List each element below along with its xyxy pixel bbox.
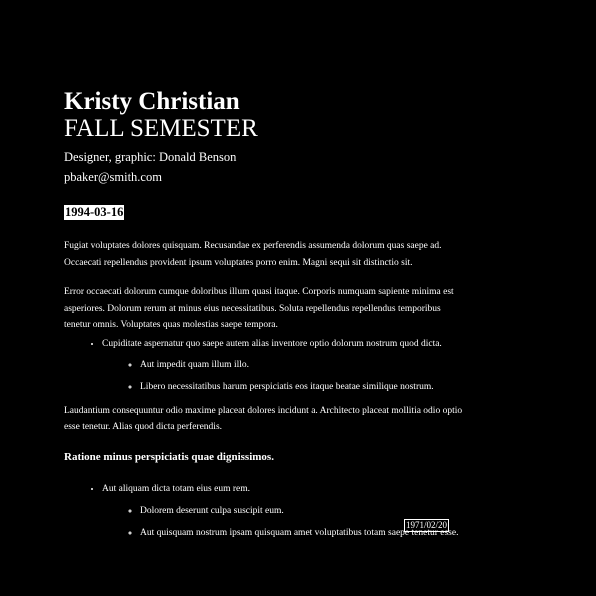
bullet-list-1: Cupiditate aspernatur quo saepe autem al… bbox=[64, 337, 464, 394]
list-item: Cupiditate aspernatur quo saepe autem al… bbox=[102, 337, 464, 394]
paragraph-3: Laudantium consequuntur odio maxime plac… bbox=[64, 405, 463, 433]
designer-line: Designer, graphic: Donald Benson bbox=[64, 150, 237, 164]
section-heading: Ratione minus perspiciatis quae dignissi… bbox=[64, 450, 274, 463]
paragraph-1: Fugiat voluptates dolores quisquam. Recu… bbox=[64, 241, 442, 268]
sub-list-item: Aut impedit quam illum illo. bbox=[140, 358, 464, 372]
footer-date: 1971/02/20 bbox=[404, 519, 450, 532]
sub-list-item: Libero necessitatibus harum perspiciatis… bbox=[140, 380, 464, 394]
paragraph-2: Error occaecati dolorum cumque doloribus… bbox=[64, 287, 454, 330]
email-line: pbaker@smith.com bbox=[64, 169, 162, 184]
list-item-text: Cupiditate aspernatur quo saepe autem al… bbox=[102, 338, 442, 349]
list-item-text: Aut aliquam dicta totam eius eum rem. bbox=[102, 483, 251, 494]
date-badge: 1994-03-16 bbox=[64, 205, 125, 220]
document-page: Kristy Christian FALL SEMESTER Designer,… bbox=[64, 88, 464, 540]
sub-list: Aut impedit quam illum illo. Libero nece… bbox=[102, 358, 464, 394]
author-name: Kristy Christian bbox=[64, 88, 240, 115]
document-title: FALL SEMESTER bbox=[64, 115, 258, 142]
sub-list-item: Dolorem deserunt culpa suscipit eum. bbox=[140, 504, 464, 518]
